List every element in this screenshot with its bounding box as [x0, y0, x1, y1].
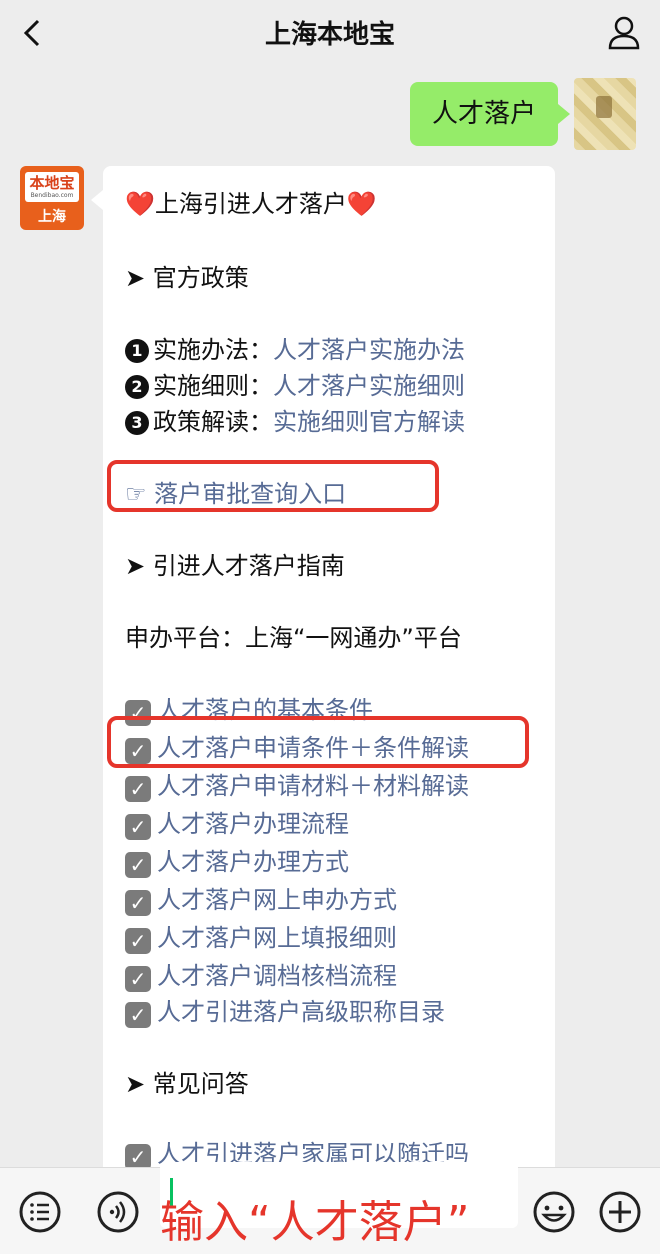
incoming-message-card: ❤️上海引进人才落户❤️ ➤ 官方政策 1 实施办法：人才落户实施办法 2 实施细则…: [91, 166, 555, 1176]
guide-link-label: 人才落户申请材料＋材料解读: [157, 772, 469, 800]
guide-link[interactable]: ✓ 人才落户申请材料＋材料解读: [125, 766, 469, 802]
card-title: ❤️上海引进人才落户❤️: [125, 190, 377, 218]
bot-logo-city: 上海: [38, 209, 66, 225]
guide-link[interactable]: ✓ 人才落户网上填报细则: [125, 918, 397, 954]
input-instruction-overlay: 输入“人才落户”: [160, 1197, 470, 1248]
checkbox-icon: ✓: [125, 1002, 151, 1028]
profile-icon[interactable]: [606, 14, 642, 52]
policy-item: 1 实施办法：人才落户实施办法: [125, 330, 465, 365]
section-policy-heading: ➤ 官方政策: [125, 264, 249, 292]
number-badge: 3: [125, 411, 149, 435]
voice-icon[interactable]: [96, 1190, 140, 1234]
bot-logo-sub: Bendibao.com: [30, 192, 74, 199]
outgoing-message[interactable]: 人才落户: [409, 82, 571, 146]
policy-item-label: 实施细则：: [153, 372, 273, 400]
policy-item-label: 实施办法：: [153, 336, 273, 364]
guide-link-label: 人才引进落户高级职称目录: [157, 998, 445, 1026]
checkbox-icon: ✓: [125, 814, 151, 840]
checkbox-icon: ✓: [125, 928, 151, 954]
add-icon[interactable]: [598, 1190, 642, 1234]
chat-title: 上海本地宝: [264, 20, 395, 50]
guide-link[interactable]: ✓ 人才落户网上申办方式: [125, 880, 397, 916]
bot-avatar[interactable]: 本地宝 Bendibao.com 上海: [20, 166, 84, 230]
policy-link-interpretation[interactable]: 实施细则官方解读: [273, 408, 465, 436]
guide-link-label: 人才落户办理流程: [157, 810, 349, 838]
guide-highlight: [107, 716, 529, 768]
checkbox-icon: ✓: [125, 890, 151, 916]
query-entry-highlight: [107, 460, 439, 512]
checkbox-icon: ✓: [125, 852, 151, 878]
number-badge: 1: [125, 339, 149, 363]
menu-list-icon[interactable]: [18, 1190, 62, 1234]
guide-link[interactable]: ✓ 人才落户办理流程: [125, 804, 349, 840]
checkbox-icon: ✓: [125, 966, 151, 992]
policy-item: 2 实施细则：人才落户实施细则: [125, 366, 465, 401]
platform-text: 申办平台：上海“一网通办”平台: [125, 624, 462, 652]
guide-link-label: 人才落户办理方式: [157, 848, 349, 876]
policy-item-label: 政策解读：: [153, 408, 273, 436]
number-badge: 2: [125, 375, 149, 399]
guide-link[interactable]: ✓ 人才落户调档核档流程: [125, 956, 397, 992]
policy-item: 3 政策解读：实施细则官方解读: [125, 402, 465, 437]
section-faq-heading: ➤ 常见问答: [125, 1070, 249, 1098]
policy-link-rules[interactable]: 人才落户实施细则: [273, 372, 465, 400]
policy-link-implementation[interactable]: 人才落户实施办法: [273, 336, 465, 364]
checkbox-icon: ✓: [125, 776, 151, 802]
guide-link[interactable]: ✓ 人才落户办理方式: [125, 842, 349, 878]
user-avatar[interactable]: [574, 78, 636, 150]
emoji-icon[interactable]: [532, 1190, 576, 1234]
top-bar: 上海本地宝: [0, 0, 660, 66]
guide-link-label: 人才落户网上填报细则: [157, 924, 397, 952]
guide-link-label: 人才落户网上申办方式: [157, 886, 397, 914]
guide-link-label: 人才落户调档核档流程: [157, 962, 397, 990]
section-guide-heading: ➤ 引进人才落户指南: [125, 552, 345, 580]
guide-link[interactable]: ✓ 人才引进落户高级职称目录: [125, 992, 445, 1028]
